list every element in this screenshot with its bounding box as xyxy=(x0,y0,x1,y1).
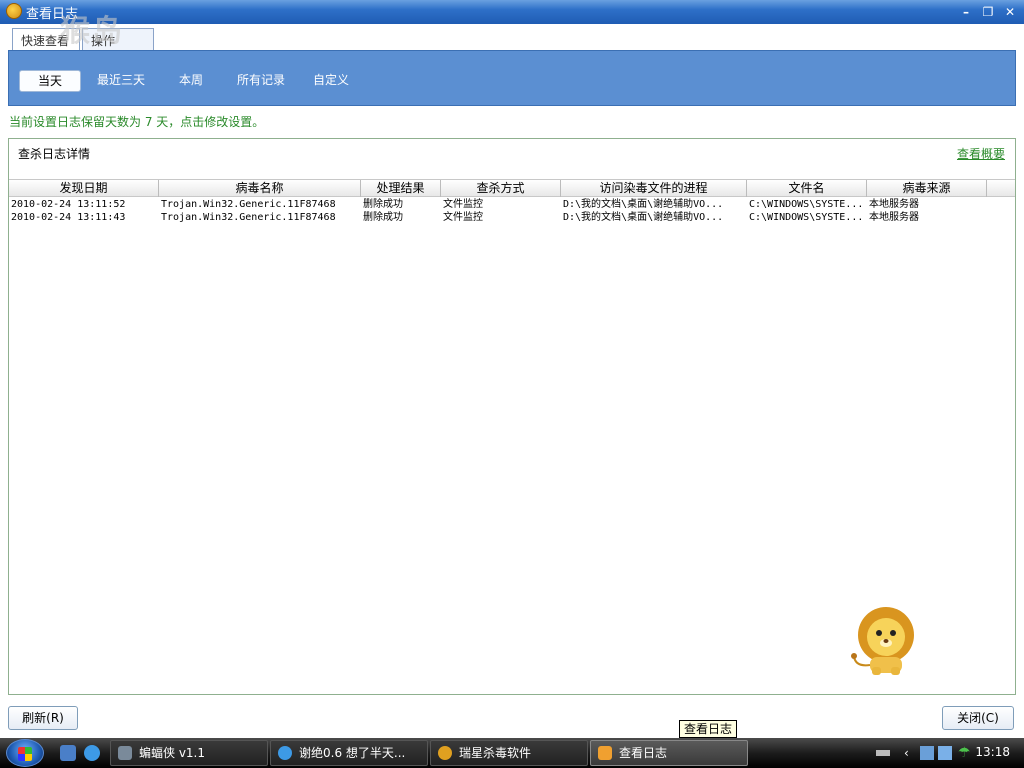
umbrella-icon[interactable]: ☂ xyxy=(958,746,972,760)
keyboard-icon[interactable] xyxy=(876,750,890,756)
close-button[interactable]: 关闭(C) xyxy=(942,706,1014,730)
network-icon[interactable] xyxy=(920,746,934,760)
cell-source: 本地服务器 xyxy=(869,212,919,223)
taskbar-item-label: 查看日志 xyxy=(619,746,668,760)
view-summary-link[interactable]: 查看概要 xyxy=(957,145,1005,162)
filter-all-records[interactable]: 所有记录 xyxy=(231,70,291,92)
clock[interactable]: 13:18 xyxy=(975,745,1010,759)
ie-browser-icon[interactable] xyxy=(84,745,100,761)
cell-process: D:\我的文档\桌面\谢绝辅助VO... xyxy=(563,212,724,223)
column-virus-source[interactable]: 病毒来源 xyxy=(867,180,987,197)
panel-title: 查杀日志详情 xyxy=(18,147,91,161)
window-title: 查看日志 xyxy=(26,7,79,22)
cell-result: 删除成功 xyxy=(363,199,403,210)
close-window-button[interactable]: ✕ xyxy=(1002,4,1018,20)
show-desktop-icon[interactable] xyxy=(60,745,76,761)
taskbar-item-label: 蝙蝠侠 v1.1 xyxy=(139,746,206,760)
network-status-icon[interactable] xyxy=(938,746,952,760)
rising-lion-icon xyxy=(6,3,22,19)
restore-button[interactable]: ❐ xyxy=(980,4,996,20)
taskbar-item-label: 瑞星杀毒软件 xyxy=(459,746,532,760)
cell-process: D:\我的文档\桌面\谢绝辅助VO... xyxy=(563,199,724,210)
taskbar-item-label: 谢绝0.6 想了半天... xyxy=(299,746,406,760)
window-titlebar[interactable]: 查看日志 – ❐ ✕ xyxy=(0,0,1024,24)
cell-file-name: C:\WINDOWS\SYSTE... xyxy=(749,212,864,223)
chevron-left-icon[interactable]: ‹ xyxy=(904,746,918,760)
date-filter-panel: 当天 最近三天 本周 所有记录 自定义 xyxy=(8,50,1016,106)
windows-logo-icon xyxy=(18,747,32,761)
cell-virus-name: Trojan.Win32.Generic.11F87468 xyxy=(161,212,336,223)
column-scan-method[interactable]: 查杀方式 xyxy=(441,180,561,197)
table-row[interactable]: 2010-02-24 13:11:43 Trojan.Win32.Generic… xyxy=(9,211,1015,224)
filter-today[interactable]: 当天 xyxy=(19,70,81,92)
minimize-button[interactable]: – xyxy=(958,4,974,20)
retention-settings-link[interactable]: 当前设置日志保留天数为 7 天，点击修改设置。 xyxy=(9,113,264,130)
rising-lion-icon xyxy=(438,746,452,760)
batman-app-icon xyxy=(118,746,132,760)
refresh-button[interactable]: 刷新(R) xyxy=(8,706,78,730)
cell-date: 2010-02-24 13:11:52 xyxy=(11,199,126,210)
cell-result: 删除成功 xyxy=(363,212,403,223)
taskbar-item[interactable]: 蝙蝠侠 v1.1 xyxy=(110,740,268,766)
column-result[interactable]: 处理结果 xyxy=(361,180,441,197)
column-virus-name[interactable]: 病毒名称 xyxy=(159,180,361,197)
cell-virus-name: Trojan.Win32.Generic.11F87468 xyxy=(161,199,336,210)
start-button[interactable] xyxy=(6,739,44,767)
table-row[interactable]: 2010-02-24 13:11:52 Trojan.Win32.Generic… xyxy=(9,198,1015,211)
filter-this-week[interactable]: 本周 xyxy=(169,70,213,92)
cell-date: 2010-02-24 13:11:43 xyxy=(11,212,126,223)
cell-file-name: C:\WINDOWS\SYSTE... xyxy=(749,199,864,210)
tab-operation[interactable]: 操作 xyxy=(82,28,154,50)
lion-mascot-icon xyxy=(851,607,914,675)
log-window-icon xyxy=(598,746,612,760)
ie-page-icon xyxy=(278,746,292,760)
cell-method: 文件监控 xyxy=(443,199,483,210)
filter-custom[interactable]: 自定义 xyxy=(307,70,355,92)
column-found-date[interactable]: 发现日期 xyxy=(9,180,159,197)
cell-source: 本地服务器 xyxy=(869,199,919,210)
taskbar-item-active[interactable]: 查看日志 xyxy=(590,740,748,766)
column-process[interactable]: 访问染毒文件的进程 xyxy=(561,180,747,197)
system-tray: ‹ ☂ 13:18 xyxy=(864,738,1024,768)
taskbar-item[interactable]: 谢绝0.6 想了半天... xyxy=(270,740,428,766)
column-file-name[interactable]: 文件名 xyxy=(747,180,867,197)
tab-quick-view[interactable]: 快速查看 xyxy=(12,28,80,50)
cell-method: 文件监控 xyxy=(443,212,483,223)
filter-last-three-days[interactable]: 最近三天 xyxy=(91,70,151,92)
taskbar: 蝙蝠侠 v1.1 谢绝0.6 想了半天... 瑞星杀毒软件 查看日志 ‹ ☂ 1… xyxy=(0,738,1024,768)
taskbar-item[interactable]: 瑞星杀毒软件 xyxy=(430,740,588,766)
table-header: 发现日期 病毒名称 处理结果 查杀方式 访问染毒文件的进程 文件名 病毒来源 xyxy=(9,179,1015,197)
column-filler xyxy=(987,180,1015,197)
tooltip: 查看日志 xyxy=(679,720,738,738)
